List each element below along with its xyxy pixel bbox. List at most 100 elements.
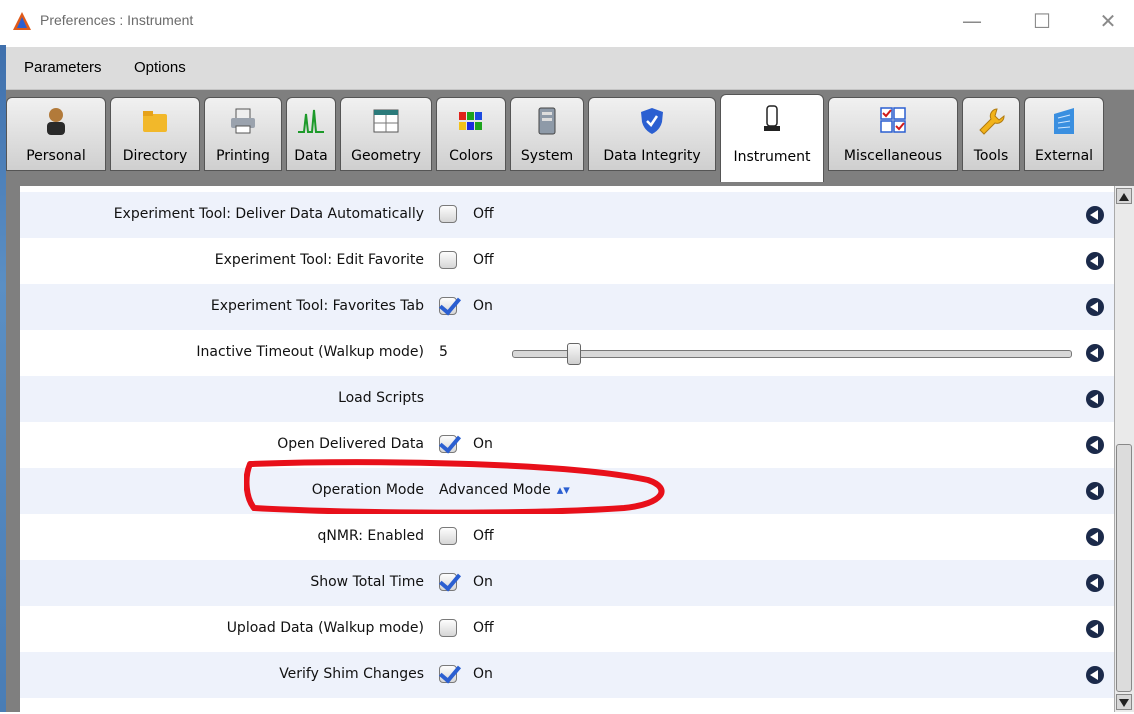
tab-label: External — [1034, 148, 1094, 164]
tab-label: Data — [294, 148, 328, 164]
tab-geometry[interactable]: Geometry — [340, 97, 432, 171]
open-delivered-checkbox[interactable] — [439, 435, 457, 453]
reset-default-icon[interactable] — [1086, 666, 1104, 684]
setting-value: On — [473, 436, 493, 452]
person-icon — [47, 108, 65, 135]
setting-row-load-scripts: Load Scripts — [20, 376, 1114, 422]
scroll-thumb[interactable] — [1116, 444, 1132, 692]
setting-row-verify-shim: Verify Shim Changes On — [20, 652, 1114, 698]
qnmr-checkbox[interactable] — [439, 527, 457, 545]
reset-default-icon[interactable] — [1086, 206, 1104, 224]
title-bar: Preferences : Instrument — ☐ ✕ — [0, 0, 1134, 45]
spectrum-icon — [298, 109, 324, 133]
setting-row-favorites-tab: Experiment Tool: Favorites Tab On — [20, 284, 1114, 330]
scroll-down-button[interactable] — [1116, 694, 1132, 710]
shield-icon — [641, 108, 663, 134]
setting-label: Upload Data (Walkup mode) — [226, 620, 424, 636]
reset-default-icon[interactable] — [1086, 528, 1104, 546]
window-icon — [373, 109, 399, 133]
vertical-scrollbar[interactable] — [1114, 186, 1134, 712]
instrument-preferences-pane: Experiment Tool: Deliver Data Automatica… — [6, 186, 1134, 712]
setting-value: Off — [473, 620, 494, 636]
arrow-down-icon — [1119, 699, 1129, 707]
setting-value: 5 — [439, 344, 448, 360]
tab-label: Tools — [973, 148, 1009, 164]
red-annotation-circle — [244, 459, 665, 514]
tab-colors[interactable]: Colors — [436, 97, 506, 171]
setting-row-inactive-timeout: Inactive Timeout (Walkup mode) 5 — [20, 330, 1114, 376]
maximize-button[interactable]: ☐ — [1022, 6, 1062, 36]
window-title: Preferences : Instrument — [40, 12, 194, 28]
setting-value: On — [473, 666, 493, 682]
timeout-slider[interactable] — [512, 343, 1072, 365]
printer-icon — [231, 108, 255, 134]
setting-label: Experiment Tool: Favorites Tab — [210, 298, 424, 314]
setting-value: Off — [473, 528, 494, 544]
reset-default-icon[interactable] — [1086, 620, 1104, 638]
setting-label: qNMR: Enabled — [317, 528, 424, 544]
tab-miscellaneous[interactable]: Miscellaneous — [828, 97, 958, 171]
edit-favorite-checkbox[interactable] — [439, 251, 457, 269]
arrow-up-icon — [1119, 193, 1129, 201]
setting-row-edit-favorite: Experiment Tool: Edit Favorite Off — [20, 238, 1114, 284]
scroll-up-button[interactable] — [1116, 188, 1132, 204]
tab-external[interactable]: External — [1024, 97, 1104, 171]
setting-row-deliver-data: Experiment Tool: Deliver Data Automatica… — [20, 192, 1114, 238]
tab-personal[interactable]: Personal — [6, 97, 106, 171]
setting-value: On — [473, 298, 493, 314]
menu-bar: Parameters Options — [6, 47, 1134, 90]
tab-label: Geometry — [351, 148, 421, 164]
folder-icon — [143, 111, 167, 132]
tab-label: Instrument — [733, 149, 811, 165]
setting-label: Verify Shim Changes — [279, 666, 424, 682]
color-bars-icon — [459, 112, 482, 130]
tab-directory[interactable]: Directory — [110, 97, 200, 171]
reset-default-icon[interactable] — [1086, 482, 1104, 500]
reset-default-icon[interactable] — [1086, 344, 1104, 362]
deliver-data-checkbox[interactable] — [439, 205, 457, 223]
preferences-tab-bar: Personal Directory Printing Data Geometr… — [6, 90, 1134, 186]
setting-label: Show Total Time — [310, 574, 424, 590]
settings-list: Experiment Tool: Deliver Data Automatica… — [20, 186, 1114, 712]
reset-default-icon[interactable] — [1086, 252, 1104, 270]
setting-label: Load Scripts — [338, 390, 424, 406]
app-logo-icon — [13, 12, 31, 30]
tab-data-integrity[interactable]: Data Integrity — [588, 97, 716, 171]
tab-tools[interactable]: Tools — [962, 97, 1020, 171]
server-icon — [538, 107, 556, 135]
reset-default-icon[interactable] — [1086, 574, 1104, 592]
tab-data[interactable]: Data — [286, 97, 336, 171]
favorites-tab-checkbox[interactable] — [439, 297, 457, 315]
setting-label: Experiment Tool: Deliver Data Automatica… — [113, 206, 424, 222]
setting-value: Off — [473, 206, 494, 222]
minimize-button[interactable]: — — [952, 6, 992, 36]
tab-label: Miscellaneous — [843, 148, 943, 164]
setting-row-upload-data: Upload Data (Walkup mode) Off — [20, 606, 1114, 652]
magnet-icon — [764, 105, 780, 131]
checklist-icon — [880, 107, 906, 133]
tab-label: Personal — [26, 148, 86, 164]
building-icon — [1054, 108, 1074, 134]
tab-system[interactable]: System — [510, 97, 584, 171]
tab-printing[interactable]: Printing — [204, 97, 282, 171]
verify-shim-checkbox[interactable] — [439, 665, 457, 683]
close-button[interactable]: ✕ — [1088, 6, 1128, 36]
setting-row-qnmr: qNMR: Enabled Off — [20, 514, 1114, 560]
reset-default-icon[interactable] — [1086, 390, 1104, 408]
tab-instrument[interactable]: Instrument — [720, 94, 824, 182]
total-time-checkbox[interactable] — [439, 573, 457, 591]
tab-label: Data Integrity — [603, 148, 701, 164]
setting-label: Experiment Tool: Edit Favorite — [214, 252, 424, 268]
slider-handle[interactable] — [567, 343, 582, 365]
tab-label: Printing — [216, 148, 270, 164]
menu-options[interactable]: Options — [134, 59, 186, 76]
tab-label: Directory — [122, 148, 188, 164]
setting-label: Open Delivered Data — [277, 436, 424, 452]
tab-label: Colors — [449, 148, 493, 164]
wrench-icon — [979, 108, 1005, 135]
reset-default-icon[interactable] — [1086, 436, 1104, 454]
setting-value: Off — [473, 252, 494, 268]
menu-parameters[interactable]: Parameters — [24, 59, 102, 76]
upload-data-checkbox[interactable] — [439, 619, 457, 637]
reset-default-icon[interactable] — [1086, 298, 1104, 316]
